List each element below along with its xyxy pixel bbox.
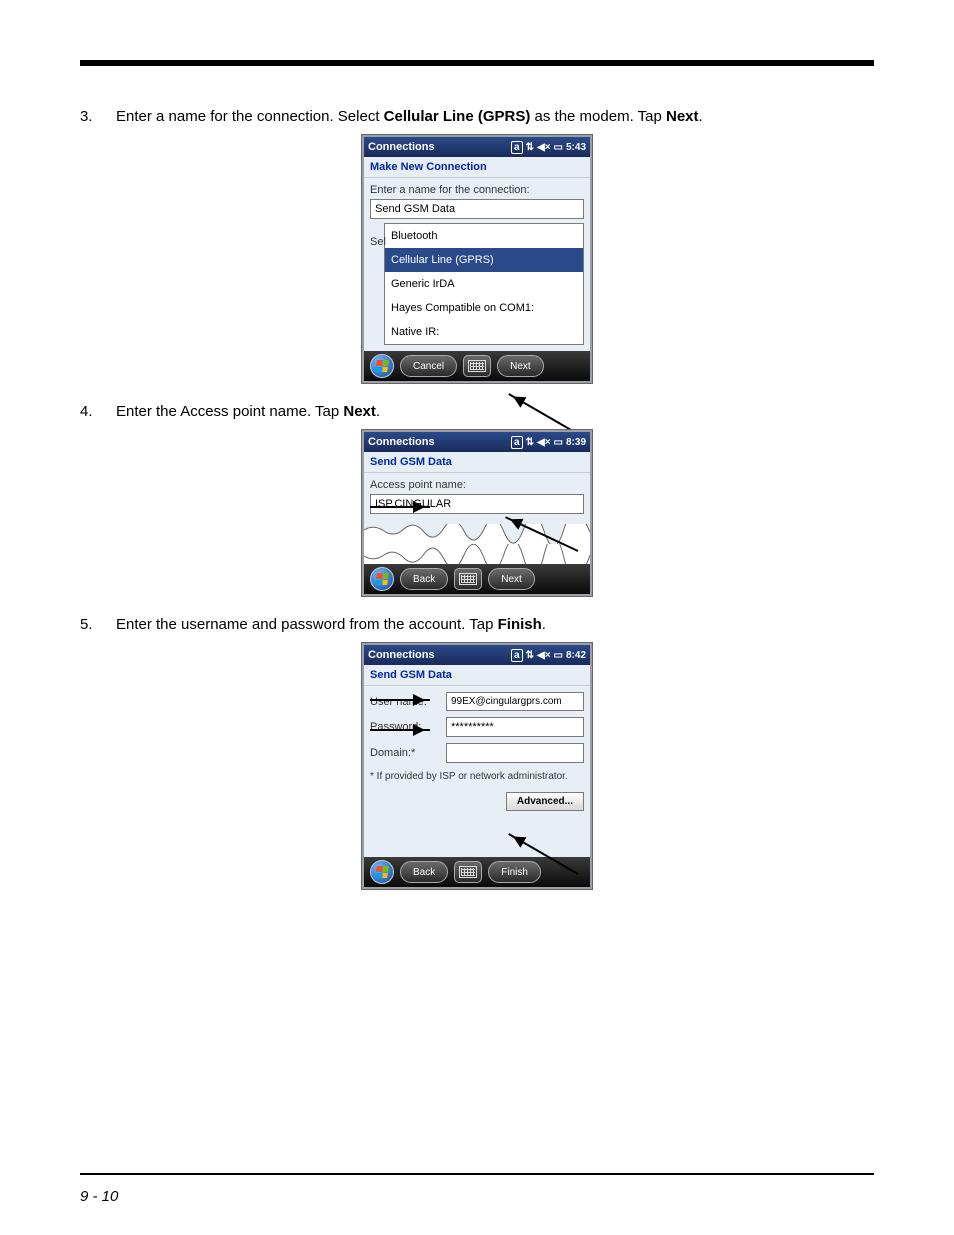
window-body: User name: 99EX@cingulargprs.com Passwor… bbox=[364, 686, 590, 857]
t: . bbox=[376, 403, 380, 420]
t: . bbox=[542, 616, 546, 633]
battery-icon: ▭ bbox=[554, 437, 563, 448]
apn-input[interactable]: ISP.CINGULAR bbox=[370, 494, 584, 514]
arrow-icon bbox=[370, 506, 430, 508]
arrow-icon bbox=[370, 699, 430, 701]
titlebar: Connections a ⇅ ◀× ▭ 8:42 bbox=[364, 645, 590, 665]
start-button[interactable] bbox=[370, 567, 394, 591]
start-button[interactable] bbox=[370, 860, 394, 884]
t: Finish bbox=[498, 616, 542, 633]
username-input[interactable]: 99EX@cingulargprs.com bbox=[446, 692, 584, 711]
modem-option-selected[interactable]: Cellular Line (GPRS) bbox=[384, 248, 584, 272]
cancel-button[interactable]: Cancel bbox=[400, 355, 457, 377]
next-button[interactable]: Next bbox=[497, 355, 544, 377]
windows-flag-icon bbox=[375, 866, 389, 878]
advanced-button[interactable]: Advanced... bbox=[506, 792, 584, 811]
bottombar: Cancel Next bbox=[364, 351, 590, 381]
ppc-window-3: Connections a ⇅ ◀× ▭ 8:42 Send GSM Data … bbox=[362, 643, 592, 889]
step-number: 3. bbox=[80, 106, 116, 127]
battery-icon: ▭ bbox=[554, 142, 563, 153]
page-number: 9 - 10 bbox=[80, 1188, 118, 1205]
domain-note: * If provided by ISP or network administ… bbox=[370, 771, 584, 782]
step-3: 3. Enter a name for the connection. Sele… bbox=[80, 106, 874, 127]
clock: 5:43 bbox=[566, 142, 586, 153]
input-mode-icon: a bbox=[511, 141, 523, 154]
bottombar: Back Next bbox=[364, 564, 590, 594]
modem-option[interactable]: Native IR: bbox=[384, 320, 584, 345]
back-button[interactable]: Back bbox=[400, 861, 448, 883]
window-body: Enter a name for the connection: Send GS… bbox=[364, 178, 590, 351]
subtitle: Send GSM Data bbox=[364, 665, 590, 686]
t: Next bbox=[343, 403, 376, 420]
windows-flag-icon bbox=[375, 573, 389, 585]
step-text: Enter the Access point name. Tap Next. bbox=[116, 401, 874, 422]
modem-option[interactable]: Generic IrDA bbox=[384, 272, 584, 296]
titlebar: Connections a ⇅ ◀× ▭ 8:39 bbox=[364, 432, 590, 452]
step-text: Enter the username and password from the… bbox=[116, 614, 874, 635]
window-title: Connections bbox=[368, 141, 435, 153]
keyboard-icon bbox=[468, 360, 486, 372]
window-body: Access point name: ISP.CINGULAR bbox=[364, 473, 590, 524]
t: Next bbox=[666, 108, 699, 125]
select-prefix: Sel bbox=[370, 236, 386, 248]
start-button[interactable] bbox=[370, 354, 394, 378]
modem-option[interactable]: Hayes Compatible on COM1: bbox=[384, 296, 584, 320]
modem-select[interactable]: Bluetooth Cellular Line (GPRS) Generic I… bbox=[384, 223, 584, 345]
keyboard-icon bbox=[459, 866, 477, 878]
step-number: 4. bbox=[80, 401, 116, 422]
volume-icon: ◀× bbox=[537, 437, 551, 448]
subtitle: Make New Connection bbox=[364, 157, 590, 178]
volume-icon: ◀× bbox=[537, 142, 551, 153]
domain-input[interactable] bbox=[446, 743, 584, 763]
window-title: Connections bbox=[368, 436, 435, 448]
t: Enter the Access point name. Tap bbox=[116, 403, 343, 420]
signal-icon: ⇅ bbox=[526, 142, 534, 153]
torn-edge bbox=[364, 544, 590, 564]
next-button[interactable]: Next bbox=[488, 568, 535, 590]
domain-label: Domain:* bbox=[370, 747, 440, 759]
password-input[interactable]: ********** bbox=[446, 717, 584, 737]
subtitle: Send GSM Data bbox=[364, 452, 590, 473]
input-mode-icon: a bbox=[511, 436, 523, 449]
clock: 8:39 bbox=[566, 437, 586, 448]
window-title: Connections bbox=[368, 649, 435, 661]
screenshot-3-wrap: Connections a ⇅ ◀× ▭ 8:42 Send GSM Data … bbox=[80, 643, 874, 889]
ppc-window-2: Connections a ⇅ ◀× ▭ 8:39 Send GSM Data … bbox=[362, 430, 592, 596]
prompt-label: Enter a name for the connection: bbox=[370, 184, 584, 196]
keyboard-button[interactable] bbox=[463, 355, 491, 377]
ppc-window-1: Connections a ⇅ ◀× ▭ 5:43 Make New Conne… bbox=[362, 135, 592, 383]
step-text: Enter a name for the connection. Select … bbox=[116, 106, 874, 127]
signal-icon: ⇅ bbox=[526, 437, 534, 448]
t: Cellular Line (GPRS) bbox=[384, 108, 531, 125]
t: Enter the username and password from the… bbox=[116, 616, 498, 633]
finish-button[interactable]: Finish bbox=[488, 861, 541, 883]
volume-icon: ◀× bbox=[537, 650, 551, 661]
signal-icon: ⇅ bbox=[526, 650, 534, 661]
keyboard-icon bbox=[459, 573, 477, 585]
keyboard-button[interactable] bbox=[454, 861, 482, 883]
battery-icon: ▭ bbox=[554, 650, 563, 661]
t: as the modem. Tap bbox=[530, 108, 666, 125]
screenshot-1-wrap: Connections a ⇅ ◀× ▭ 5:43 Make New Conne… bbox=[80, 135, 874, 383]
step-number: 5. bbox=[80, 614, 116, 635]
screenshot-2-wrap: Connections a ⇅ ◀× ▭ 8:39 Send GSM Data … bbox=[80, 430, 874, 596]
step-5: 5. Enter the username and password from … bbox=[80, 614, 874, 635]
windows-flag-icon bbox=[375, 360, 389, 372]
clock: 8:42 bbox=[566, 650, 586, 661]
footer-rule bbox=[80, 1173, 874, 1175]
t: . bbox=[699, 108, 703, 125]
top-rule bbox=[80, 60, 874, 66]
keyboard-button[interactable] bbox=[454, 568, 482, 590]
modem-option[interactable]: Bluetooth bbox=[384, 223, 584, 248]
step-4: 4. Enter the Access point name. Tap Next… bbox=[80, 401, 874, 422]
t: Enter a name for the connection. Select bbox=[116, 108, 384, 125]
arrow-icon bbox=[370, 729, 430, 731]
back-button[interactable]: Back bbox=[400, 568, 448, 590]
connection-name-input[interactable]: Send GSM Data bbox=[370, 199, 584, 219]
titlebar: Connections a ⇅ ◀× ▭ 5:43 bbox=[364, 137, 590, 157]
prompt-label: Access point name: bbox=[370, 479, 584, 491]
input-mode-icon: a bbox=[511, 649, 523, 662]
